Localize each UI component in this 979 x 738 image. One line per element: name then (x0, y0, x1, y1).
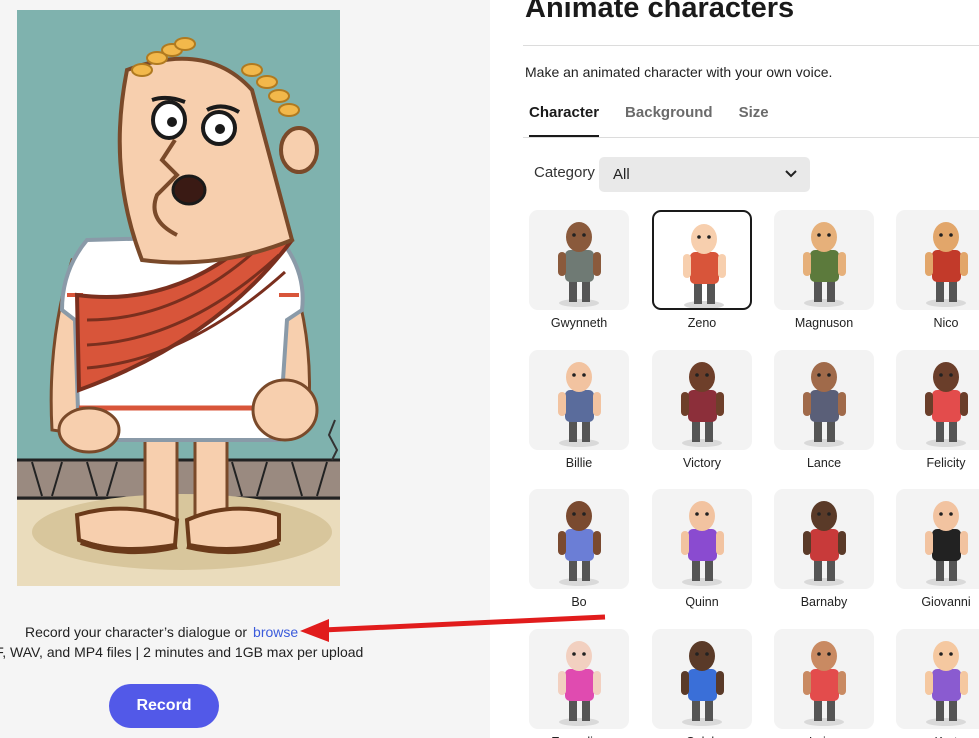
character-figure-icon (681, 501, 724, 586)
character-figure-icon (558, 362, 601, 447)
character-card[interactable]: Nico (896, 210, 979, 330)
character-thumbnail (529, 350, 629, 450)
character-figure-icon (803, 222, 846, 307)
character-figure-icon (558, 641, 601, 726)
character-card[interactable]: Luisa (774, 629, 876, 738)
record-button[interactable]: Record (109, 684, 219, 728)
settings-panel: Animate characters Make an animated char… (490, 0, 979, 738)
zeno-illustration (17, 10, 340, 586)
character-card[interactable]: Barnaby (774, 489, 876, 609)
character-figure-icon (558, 501, 601, 586)
tabs-divider (523, 137, 979, 138)
character-thumbnail (529, 489, 629, 589)
character-thumbnail (896, 350, 979, 450)
tab-background[interactable]: Background (625, 104, 713, 137)
character-name: Magnuson (794, 316, 854, 330)
character-card[interactable]: Lance (774, 350, 876, 470)
character-preview (17, 10, 340, 586)
character-card[interactable]: Victory (652, 350, 754, 470)
tab-character[interactable]: Character (529, 104, 600, 137)
category-label: Category (534, 164, 595, 181)
character-card[interactable]: Magnuson (774, 210, 876, 330)
record-instructions-line1: Record your character’s dialogue or brows… (25, 624, 298, 640)
character-figure-icon (681, 641, 724, 726)
page-subtitle: Make an animated character with your own… (525, 64, 833, 80)
character-card[interactable]: Zeno (652, 210, 754, 330)
character-figure-icon (803, 362, 846, 447)
character-card[interactable]: Quinn (652, 489, 754, 609)
browse-link[interactable]: browse (253, 624, 298, 640)
character-thumbnail (774, 629, 874, 729)
character-figure-icon (925, 641, 968, 726)
character-figure-icon (681, 362, 724, 447)
character-figure-icon (558, 222, 601, 307)
character-name: Lance (806, 456, 842, 470)
character-figure-icon (925, 222, 968, 307)
character-card[interactable]: Caleb (652, 629, 754, 738)
character-thumbnail (774, 350, 874, 450)
character-card[interactable]: Kurt (896, 629, 979, 738)
character-thumbnail (896, 210, 979, 310)
character-name: Quinn (685, 595, 719, 609)
character-name: Victory (683, 456, 721, 470)
character-card[interactable]: Billie (529, 350, 631, 470)
character-thumbnail (896, 489, 979, 589)
character-card[interactable]: Bo (529, 489, 631, 609)
character-card[interactable]: Gwynneth (529, 210, 631, 330)
character-figure-icon (925, 501, 968, 586)
character-name: Giovanni (921, 595, 971, 609)
character-name: Nico (933, 316, 959, 330)
character-name: Barnaby (800, 595, 848, 609)
character-thumbnail (774, 210, 874, 310)
character-name: Gwynneth (550, 316, 608, 330)
character-grid: Gwynneth Zeno Magnuson Nico Billie Victory Lan… (529, 210, 979, 738)
page-title: Animate characters (525, 0, 795, 24)
character-card[interactable]: Giovanni (896, 489, 979, 609)
category-dropdown[interactable]: All (599, 157, 810, 192)
character-thumbnail (529, 210, 629, 310)
character-thumbnail (652, 350, 752, 450)
character-thumbnail (774, 489, 874, 589)
character-thumbnail (652, 629, 752, 729)
upload-limits-text: AIF, WAV, and MP4 files | 2 minutes and … (0, 644, 364, 660)
title-divider (523, 45, 979, 46)
character-figure-icon (803, 501, 846, 586)
character-name: Zeno (687, 316, 717, 330)
character-figure-icon (803, 641, 846, 726)
character-thumbnail (652, 489, 752, 589)
character-name: Billie (565, 456, 593, 470)
character-figure-icon (683, 224, 726, 308)
tab-size[interactable]: Size (739, 104, 769, 137)
character-thumbnail (896, 629, 979, 729)
character-figure-icon (925, 362, 968, 447)
character-card[interactable]: Felicity (896, 350, 979, 470)
character-thumbnail (529, 629, 629, 729)
character-name: Bo (571, 595, 587, 609)
character-thumbnail (652, 210, 752, 310)
tab-bar: Character Background Size (529, 104, 769, 137)
chevron-down-icon (785, 170, 797, 178)
character-name: Felicity (926, 456, 966, 470)
category-selected-value: All (613, 166, 630, 183)
record-prompt-text: Record your character’s dialogue or (25, 624, 248, 640)
character-card[interactable]: Emmaline (529, 629, 631, 738)
